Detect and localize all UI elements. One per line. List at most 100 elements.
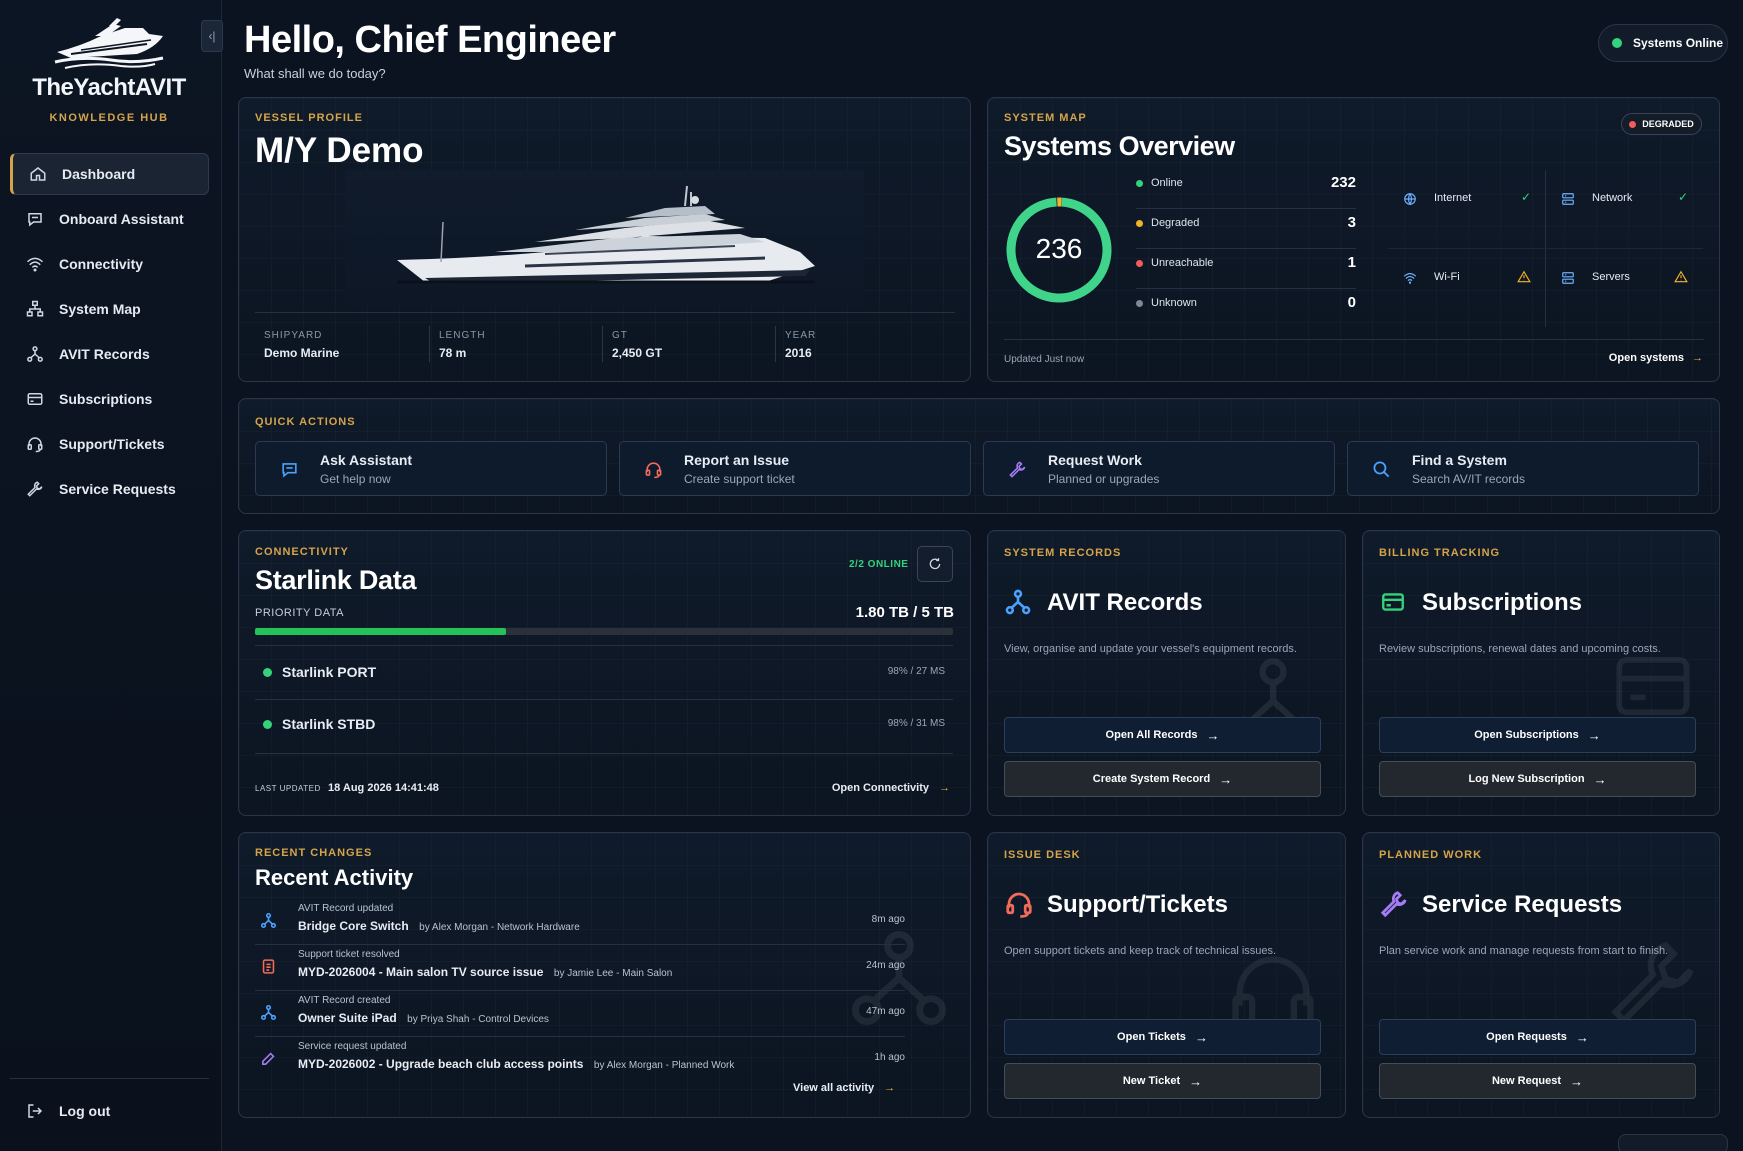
arrow-right-icon: → — [884, 1082, 896, 1094]
sidebar-item-label: Subscriptions — [59, 391, 153, 407]
home-icon — [30, 167, 46, 181]
card-eyebrow: PLANNED WORK — [1379, 849, 1483, 861]
service-wifi[interactable]: Wi-Fi — [1403, 269, 1531, 291]
spec-label: GT — [612, 330, 628, 341]
systems-status-badge[interactable]: Systems Online — [1598, 24, 1728, 62]
service-label: Internet — [1434, 192, 1472, 204]
activity-item[interactable]: Support ticket resolved MYD-2026004 - Ma… — [255, 945, 905, 989]
card-eyebrow: BILLING TRACKING — [1379, 547, 1501, 559]
data-usage-bar — [255, 628, 953, 635]
log-new-subscription-button[interactable]: Log New Subscription → — [1379, 761, 1696, 797]
arrow-right-icon: → — [1692, 352, 1703, 364]
refresh-button[interactable] — [917, 546, 953, 582]
wrench-icon — [27, 481, 43, 497]
activity-type: AVIT Record updated — [298, 903, 394, 914]
activity-item[interactable]: AVIT Record created Owner Suite iPad by … — [255, 991, 905, 1035]
card-title: Support/Tickets — [1047, 891, 1228, 918]
activity-item[interactable]: AVIT Record updated Bridge Core Switch b… — [255, 899, 905, 943]
service-servers[interactable]: Servers — [1561, 269, 1688, 291]
service-internet[interactable]: Internet ✓ — [1403, 190, 1531, 212]
open-connectivity-link[interactable]: Open Connectivity → — [832, 782, 950, 794]
open-systems-link[interactable]: Open systems → — [1609, 352, 1703, 364]
view-all-activity-link[interactable]: View all activity → — [793, 1082, 895, 1094]
data-usage-fill — [255, 628, 507, 635]
last-updated-value: 18 Aug 2026 14:41:48 — [328, 782, 439, 794]
service-label: Wi-Fi — [1434, 271, 1460, 283]
stat-unreachable[interactable]: Unreachable 1 — [1136, 252, 1356, 284]
sidebar-item-connectivity[interactable]: Connectivity — [10, 243, 209, 285]
stat-label: Unreachable — [1151, 257, 1214, 269]
collapse-sidebar-button[interactable]: ‹| — [201, 20, 223, 52]
sidebar-nav: Dashboard Onboard Assistant Connectivity… — [10, 153, 209, 513]
link-stats: 98% / 27 MS — [887, 666, 945, 677]
pencil-icon — [262, 1052, 275, 1065]
open-subscriptions-button[interactable]: Open Subscriptions → — [1379, 717, 1696, 753]
sidebar-item-system-map[interactable]: System Map — [10, 288, 209, 330]
stat-online[interactable]: Online 232 — [1136, 172, 1356, 204]
check-icon: ✓ — [1520, 190, 1531, 204]
nodes-icon — [27, 346, 43, 362]
updated-text: Updated Just now — [1004, 354, 1085, 365]
sidebar-item-avit-records[interactable]: AVIT Records — [10, 333, 209, 375]
service-network[interactable]: Network ✓ — [1561, 190, 1688, 212]
new-ticket-button[interactable]: New Ticket → — [1004, 1063, 1321, 1099]
button-label: Open Tickets — [1117, 1031, 1186, 1043]
card-eyebrow: ISSUE DESK — [1004, 849, 1081, 861]
button-label: New Ticket — [1122, 1075, 1181, 1087]
vessel-profile-card: VESSEL PROFILE M/Y Demo SHIPYARD Demo Ma… — [238, 97, 971, 382]
brand-logo[interactable]: TheYachtAVIT KNOWLEDGE HUB — [0, 14, 218, 124]
stat-label: Degraded — [1151, 217, 1200, 229]
card-description: Plan service work and manage requests fr… — [1379, 945, 1669, 957]
sidebar-item-service-requests[interactable]: Service Requests — [10, 468, 209, 510]
sidebar-item-onboard-assistant[interactable]: Onboard Assistant — [10, 198, 209, 240]
card-title: Subscriptions — [1422, 589, 1583, 616]
quick-action-subtitle: Create support ticket — [684, 472, 795, 486]
quick-action-title: Ask Assistant — [320, 452, 413, 468]
spec-value: 2016 — [785, 346, 812, 360]
page-subtitle: What shall we do today? — [244, 66, 386, 81]
card-description: View, organise and update your vessel's … — [1004, 643, 1297, 655]
activity-type: Support ticket resolved — [298, 949, 400, 960]
open-tickets-button[interactable]: Open Tickets → — [1004, 1019, 1321, 1055]
warning-icon — [1674, 270, 1688, 283]
activity-by: by Priya Shah - Control Devices — [407, 1014, 549, 1025]
wifi-icon — [1403, 273, 1417, 284]
arrow-right-icon: → — [1575, 1029, 1589, 1045]
starlink-port-row[interactable]: Starlink PORT 98% / 27 MS — [255, 646, 953, 698]
create-system-record-button[interactable]: Create System Record → — [1004, 761, 1321, 797]
link-name: Starlink PORT — [282, 664, 377, 680]
activity-time: 1h ago — [874, 1052, 905, 1063]
server-icon — [1562, 272, 1574, 284]
link-name: Starlink STBD — [282, 716, 376, 732]
sidebar-item-support-tickets[interactable]: Support/Tickets — [10, 423, 209, 465]
link-stats: 98% / 31 MS — [887, 718, 945, 729]
activity-item[interactable]: Service request updated MYD-2026002 - Up… — [255, 1037, 905, 1081]
quick-action-report-issue[interactable]: Report an Issue Create support ticket — [619, 441, 971, 496]
sidebar-item-label: Support/Tickets — [59, 436, 165, 452]
floating-widget[interactable] — [1618, 1134, 1728, 1151]
activity-title: Owner Suite iPad — [298, 1011, 397, 1025]
open-all-records-button[interactable]: Open All Records → — [1004, 717, 1321, 753]
connectivity-card: CONNECTIVITY Starlink Data 2/2 ONLINE PR… — [238, 530, 971, 816]
starlink-stbd-row[interactable]: Starlink STBD 98% / 31 MS — [255, 700, 953, 752]
refresh-icon — [929, 558, 941, 570]
new-request-button[interactable]: New Request → — [1379, 1063, 1696, 1099]
headset-icon — [27, 437, 43, 453]
open-requests-button[interactable]: Open Requests → — [1379, 1019, 1696, 1055]
avit-records-card: SYSTEM RECORDS AVIT Records View, organi… — [987, 530, 1346, 816]
recent-activity-card: RECENT CHANGES Recent Activity AVIT Reco… — [238, 832, 971, 1118]
sidebar-item-subscriptions[interactable]: Subscriptions — [10, 378, 209, 420]
quick-action-find-system[interactable]: Find a System Search AV/IT records — [1347, 441, 1699, 496]
view-all-label: View all activity — [793, 1082, 875, 1094]
quick-action-request-work[interactable]: Request Work Planned or upgrades — [983, 441, 1335, 496]
sidebar-item-dashboard[interactable]: Dashboard — [10, 153, 209, 195]
arrow-right-icon: → — [1593, 771, 1607, 787]
stat-unknown[interactable]: Unknown 0 — [1136, 292, 1356, 324]
quick-action-ask-assistant[interactable]: Ask Assistant Get help now — [255, 441, 607, 496]
button-label: Open Subscriptions — [1474, 729, 1579, 741]
service-label: Servers — [1592, 271, 1630, 283]
logout-button[interactable]: Log out — [26, 1102, 110, 1120]
sidebar: TheYachtAVIT KNOWLEDGE HUB ‹| Dashboard … — [0, 0, 223, 1151]
stat-degraded[interactable]: Degraded 3 — [1136, 212, 1356, 244]
nodes-icon — [1005, 589, 1031, 615]
